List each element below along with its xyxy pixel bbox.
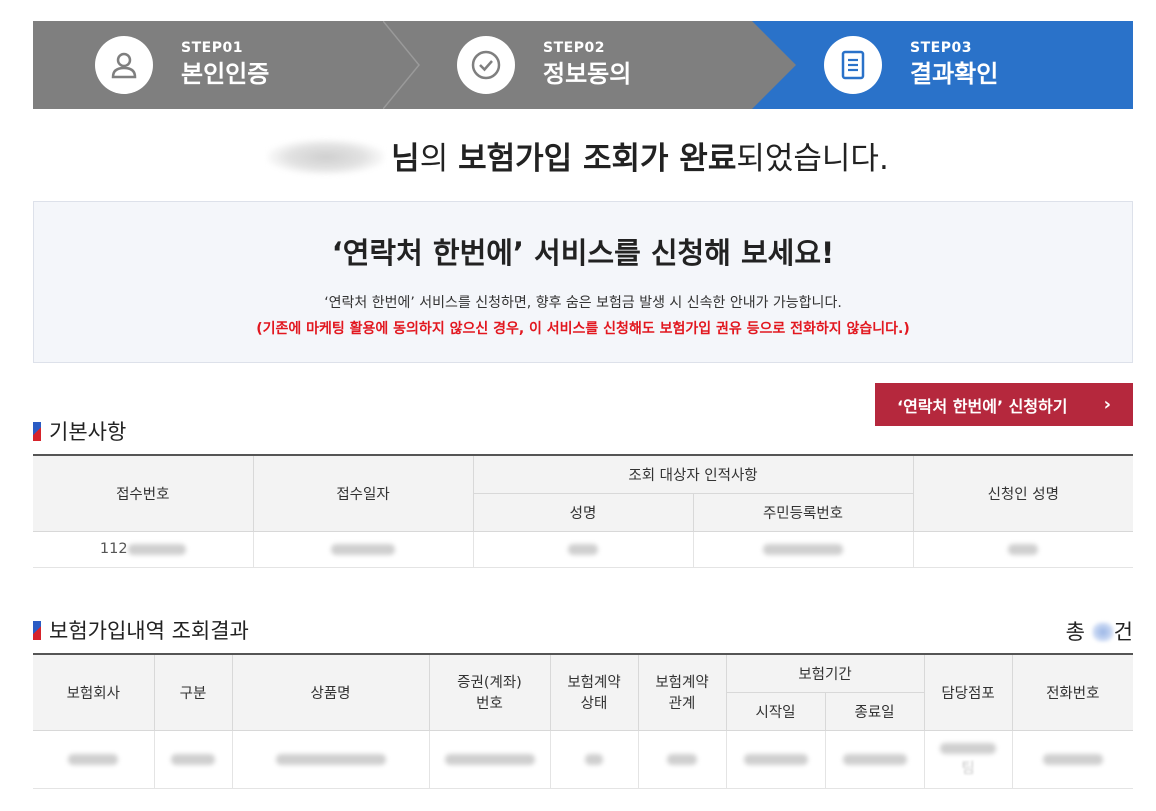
header-branch: 담당점포	[923, 653, 1013, 731]
masked-value	[842, 753, 907, 765]
banner-title: ‘연락처 한번에’ 서비스를 신청해 보세요!	[331, 236, 835, 270]
cell-applicant	[912, 530, 1133, 568]
step-2: STEP02 정보동의	[399, 21, 765, 109]
insurance-result-table: 보험회사 구분 상품명 증권(계좌) 번호 보험계약 상태 보험계약 관계 보험기간 …	[33, 653, 1133, 789]
total-count: 총 건	[1065, 620, 1133, 644]
user-icon	[95, 36, 153, 94]
header-name: 성명	[473, 492, 694, 532]
masked-value	[1008, 543, 1039, 555]
section-marker-icon	[33, 421, 41, 441]
header-company: 보험회사	[33, 653, 155, 731]
masked-value	[331, 543, 395, 555]
basic-section-title-text: 기본사항	[49, 420, 127, 444]
basic-section-title: 기본사항	[33, 416, 126, 446]
step-3-number: STEP03	[910, 40, 972, 56]
cell-end-date	[824, 729, 925, 789]
result-headline: 님의 보험가입 조회가 완료되었습니다.	[0, 133, 1156, 178]
cell-category	[153, 729, 233, 789]
masked-count	[1091, 622, 1114, 642]
masked-value	[763, 543, 843, 555]
header-receipt-date: 접수일자	[252, 454, 474, 532]
banner-warning: (기존에 마케팅 활용에 동의하지 않으신 경우, 이 서비스를 신청해도 보험…	[256, 321, 910, 337]
apply-contact-service-button[interactable]: ‘연락처 한번에’ 신청하기 ›	[875, 383, 1133, 426]
insurance-section-title: 보험가입내역 조회결과	[33, 615, 249, 645]
document-icon	[824, 36, 882, 94]
step-1-label: 본인인증	[181, 60, 270, 88]
header-end-date: 종료일	[824, 691, 924, 731]
cell-receipt-no: 112	[33, 530, 254, 568]
masked-value	[585, 753, 603, 765]
apply-button-label: ‘연락처 한번에’ 신청하기	[897, 396, 1068, 416]
insurance-section-title-text: 보험가입내역 조회결과	[49, 619, 249, 643]
step-3-active: STEP03 결과확인	[752, 21, 1133, 109]
header-policy-no: 증권(계좌) 번호	[428, 653, 551, 731]
masked-value	[444, 753, 535, 765]
masked-value	[940, 743, 996, 754]
masked-value	[1042, 753, 1103, 765]
banner-description: ‘연락처 한번에’ 서비스를 신청하면, 향후 숨은 보험금 발생 시 신속한 …	[324, 295, 842, 311]
headline-tail: 되었습니다.	[736, 141, 889, 177]
masked-value	[68, 753, 119, 765]
table-row: 팀	[33, 729, 1133, 789]
step-2-number: STEP02	[543, 40, 605, 56]
cell-rrn	[692, 530, 914, 568]
headline-bold: 보험가입 조회가 완료	[458, 141, 737, 177]
step-3-label: 결과확인	[910, 60, 999, 88]
cell-policy-no	[428, 729, 551, 789]
masked-value	[171, 753, 215, 765]
header-period: 보험기간	[725, 653, 925, 693]
header-phone: 전화번호	[1011, 653, 1133, 731]
masked-user-name	[267, 139, 386, 175]
cell-product	[231, 729, 430, 789]
header-product: 상품명	[231, 653, 430, 731]
contact-service-banner: ‘연락처 한번에’ 서비스를 신청해 보세요! ‘연락처 한번에’ 서비스를 신…	[33, 201, 1133, 363]
cell-name	[472, 530, 694, 568]
masked-value	[275, 753, 386, 765]
cell-branch: 팀	[923, 729, 1013, 789]
header-contract-status: 보험계약 상태	[549, 653, 639, 731]
header-applicant-name: 신청인 성명	[912, 454, 1133, 532]
table-row: 112	[33, 530, 1133, 568]
cell-company	[33, 729, 155, 789]
step-1-number: STEP01	[181, 40, 243, 56]
headline-honorific: 님	[391, 141, 420, 177]
step-progress-bar: STEP01 본인인증 STEP02 정보동의 STEP03 결과확인	[33, 21, 1133, 109]
basic-info-table: 접수번호 접수일자 조회 대상자 인적사항 신청인 성명 성명 주민등록번호 1…	[33, 454, 1133, 568]
cell-status	[549, 729, 639, 789]
masked-value	[568, 543, 598, 555]
header-category: 구분	[153, 653, 233, 731]
cell-receipt-date	[252, 530, 474, 568]
header-rrn: 주민등록번호	[692, 492, 913, 532]
cell-start-date	[725, 729, 826, 789]
section-marker-icon	[33, 620, 41, 640]
masked-value	[667, 753, 697, 765]
step-1: STEP01 본인인증	[33, 21, 399, 109]
header-start-date: 시작일	[726, 691, 826, 731]
check-circle-icon	[457, 36, 515, 94]
masked-value	[127, 543, 186, 555]
headline-particle: 의	[419, 141, 459, 177]
header-contract-relation: 보험계약 관계	[637, 653, 727, 731]
step-2-label: 정보동의	[543, 60, 632, 88]
cell-phone	[1011, 729, 1133, 789]
chevron-right-icon: ›	[1103, 394, 1111, 415]
cell-relation	[637, 729, 727, 789]
masked-value	[743, 753, 808, 765]
header-target-info: 조회 대상자 인적사항	[472, 454, 914, 494]
header-receipt-no: 접수번호	[33, 454, 254, 532]
